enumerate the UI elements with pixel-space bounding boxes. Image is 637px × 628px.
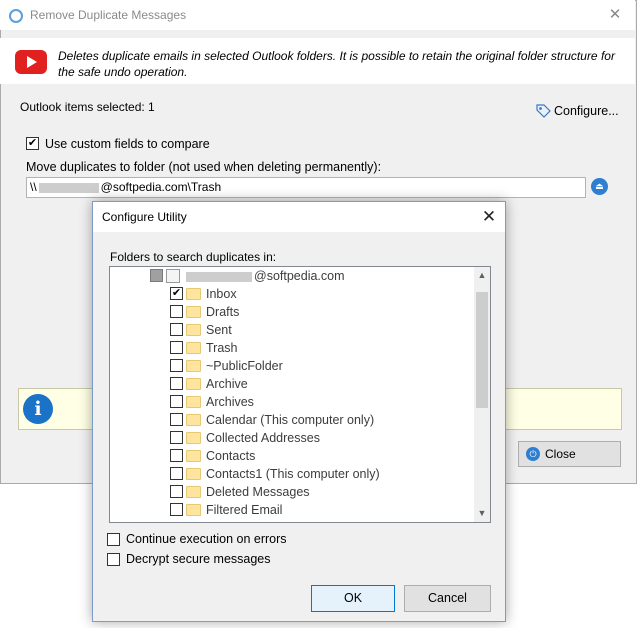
- ok-button[interactable]: OK: [311, 585, 395, 612]
- decrypt-secure-checkbox[interactable]: [107, 553, 120, 566]
- tree-row[interactable]: Drafts: [110, 303, 472, 321]
- account-icon: [166, 269, 180, 283]
- folder-label: Archive: [206, 377, 248, 391]
- folder-label: Drafts: [206, 305, 240, 319]
- folder-icon: [186, 504, 201, 516]
- dialog-close-icon[interactable]: ✕: [474, 203, 504, 230]
- folder-icon: [186, 324, 201, 336]
- redacted-text: [186, 272, 252, 282]
- main-window-title: Remove Duplicate Messages: [30, 8, 187, 22]
- folders-label: Folders to search duplicates in:: [110, 250, 277, 264]
- tree-row[interactable]: Collected Addresses: [110, 429, 472, 447]
- items-selected-label: Outlook items selected: 1: [20, 100, 155, 114]
- folder-checkbox[interactable]: [170, 503, 183, 516]
- target-folder-field[interactable]: \\ @softpedia.com\Trash: [26, 177, 586, 198]
- folder-icon: [186, 342, 201, 354]
- tree-row[interactable]: Trash: [110, 339, 472, 357]
- info-icon: i: [23, 394, 53, 424]
- folder-label: ~PublicFolder: [206, 359, 283, 373]
- folder-icon: [186, 306, 201, 318]
- tree-row[interactable]: Archive: [110, 375, 472, 393]
- folder-icon: [186, 378, 201, 390]
- scrollbar-thumb[interactable]: [476, 292, 488, 408]
- folder-checkbox[interactable]: [170, 467, 183, 480]
- browse-folder-icon[interactable]: ⏏: [591, 178, 608, 195]
- folder-checkbox[interactable]: [170, 431, 183, 444]
- main-close-icon[interactable]: ✕: [598, 2, 632, 28]
- folder-checkbox[interactable]: [170, 305, 183, 318]
- folder-label: Inbox: [206, 287, 237, 301]
- folder-icon: [186, 396, 201, 408]
- account-checkbox[interactable]: [150, 269, 163, 282]
- continue-on-errors-label: Continue execution on errors: [126, 532, 287, 546]
- folder-checkbox[interactable]: [170, 323, 183, 336]
- tree-row[interactable]: ~PublicFolder: [110, 357, 472, 375]
- scroll-up-icon[interactable]: ▲: [474, 267, 490, 284]
- tag-icon: [536, 104, 551, 118]
- folder-checkbox[interactable]: [170, 395, 183, 408]
- folder-label: Contacts: [206, 449, 256, 463]
- tree-row[interactable]: ✔ Inbox: [110, 285, 472, 303]
- decrypt-secure-label: Decrypt secure messages: [126, 552, 271, 566]
- tree-row[interactable]: Calendar (This computer only): [110, 411, 472, 429]
- folder-icon: [186, 486, 201, 498]
- redacted-text: [38, 182, 99, 193]
- folder-label: Contacts1 (This computer only): [206, 467, 380, 481]
- folder-label: Archives: [206, 395, 254, 409]
- folder-checkbox[interactable]: [170, 413, 183, 426]
- folder-icon: [186, 450, 201, 462]
- custom-fields-checkbox[interactable]: ✔: [26, 137, 39, 150]
- power-icon: ⏻: [526, 447, 540, 461]
- folder-icon: [186, 288, 201, 300]
- folder-icon: [186, 414, 201, 426]
- path-prefix: \\: [30, 180, 37, 194]
- folder-icon: [186, 468, 201, 480]
- path-suffix: @softpedia.com\Trash: [100, 180, 222, 194]
- tree-row[interactable]: Deleted Messages: [110, 483, 472, 501]
- folder-checkbox[interactable]: [170, 449, 183, 462]
- cancel-button[interactable]: Cancel: [404, 585, 491, 612]
- configure-link[interactable]: Configure...: [554, 104, 619, 118]
- scroll-down-icon[interactable]: ▼: [474, 505, 490, 522]
- tree-row[interactable]: Filtered Email: [110, 501, 472, 519]
- folder-label: Trash: [206, 341, 238, 355]
- custom-fields-label: Use custom fields to compare: [45, 137, 210, 151]
- folder-checkbox[interactable]: [170, 359, 183, 372]
- check-icon: ✔: [171, 287, 182, 299]
- folder-label: Collected Addresses: [206, 431, 320, 445]
- tree-row[interactable]: Archives: [110, 393, 472, 411]
- tree-row[interactable]: Contacts: [110, 447, 472, 465]
- folder-icon: [186, 432, 201, 444]
- folder-checkbox[interactable]: [170, 341, 183, 354]
- check-icon: ✔: [27, 137, 38, 149]
- folder-checkbox[interactable]: ✔: [170, 287, 183, 300]
- description-text: Deletes duplicate emails in selected Out…: [58, 49, 615, 79]
- folder-checkbox[interactable]: [170, 377, 183, 390]
- folder-checkbox[interactable]: [170, 485, 183, 498]
- continue-on-errors-checkbox[interactable]: [107, 533, 120, 546]
- folder-label: Calendar (This computer only): [206, 413, 375, 427]
- account-label: @softpedia.com: [254, 269, 345, 283]
- folder-icon: [186, 360, 201, 372]
- tree-row[interactable]: Contacts1 (This computer only): [110, 465, 472, 483]
- tree-row[interactable]: Sent: [110, 321, 472, 339]
- close-button-label: Close: [545, 447, 576, 461]
- dialog-title: Configure Utility: [102, 210, 187, 224]
- play-logo-icon: [15, 50, 47, 74]
- tree-row-account[interactable]: @softpedia.com: [110, 267, 472, 285]
- move-duplicates-label: Move duplicates to folder (not used when…: [26, 160, 382, 174]
- folder-label: Filtered Email: [206, 503, 283, 517]
- folder-label: Sent: [206, 323, 232, 337]
- folder-label: Deleted Messages: [206, 485, 310, 499]
- app-icon: [9, 9, 23, 23]
